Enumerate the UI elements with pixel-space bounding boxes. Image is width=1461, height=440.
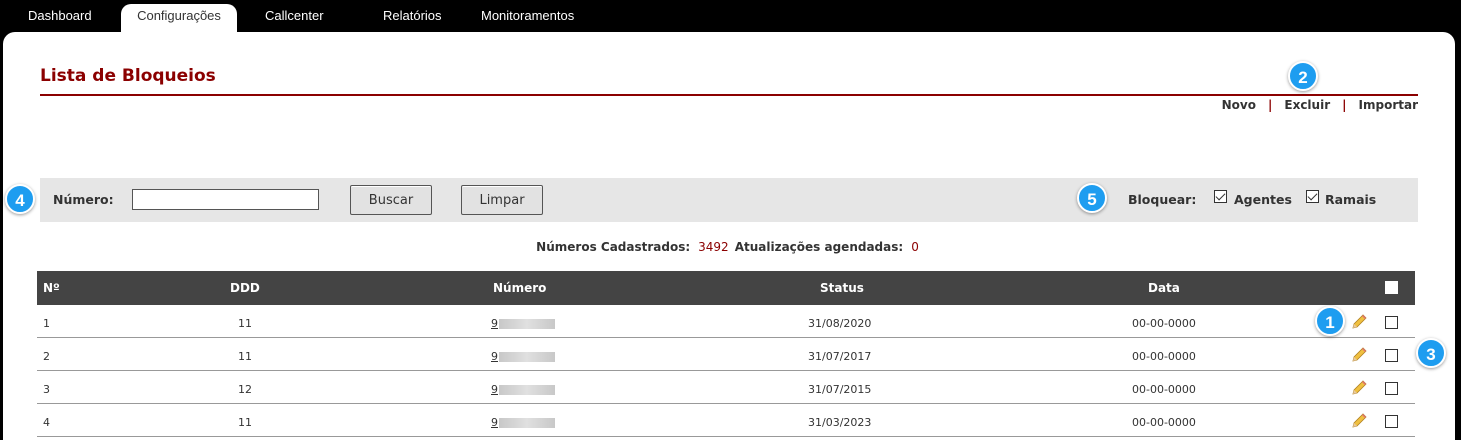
action-links: Novo | Excluir | Importar xyxy=(1222,98,1418,112)
summary-line: Números Cadastrados: 3492 Atualizações age… xyxy=(0,240,1461,254)
agendadas-label: Atualizações agendadas: xyxy=(734,240,904,254)
limpar-button[interactable]: Limpar xyxy=(461,185,543,215)
agendadas-value: 0 xyxy=(911,240,919,254)
tab-dashboard[interactable]: Dashboard xyxy=(28,4,92,32)
header-data: Data xyxy=(1148,281,1180,295)
cell-data: 00-00-0000 xyxy=(1132,317,1196,330)
numero-visible: 9 xyxy=(491,350,498,363)
cell-n: 2 xyxy=(43,350,50,363)
cell-status: 31/03/2023 xyxy=(808,416,872,429)
cell-n: 4 xyxy=(43,416,50,429)
header-n: Nº xyxy=(43,281,60,295)
tab-configuracoes[interactable]: Configurações xyxy=(121,4,237,32)
header-numero: Número xyxy=(493,281,547,295)
agentes-label: Agentes xyxy=(1234,192,1292,207)
tab-monitoramentos[interactable]: Monitoramentos xyxy=(481,4,574,32)
cell-numero[interactable]: 9 xyxy=(491,383,555,396)
cell-n: 1 xyxy=(43,317,50,330)
separator: | xyxy=(1342,98,1347,112)
table-row: 2 11 9 31/07/2017 00-00-0000 xyxy=(37,338,1415,371)
header-ddd: DDD xyxy=(230,281,260,295)
title-divider xyxy=(40,94,1418,96)
numero-visible: 9 xyxy=(491,383,498,396)
buscar-button[interactable]: Buscar xyxy=(350,185,432,215)
cell-numero[interactable]: 9 xyxy=(491,416,555,429)
numero-label: Número: xyxy=(53,192,114,207)
cadastrados-label: Números Cadastrados: xyxy=(536,240,691,254)
excluir-link[interactable]: Excluir xyxy=(1284,98,1330,112)
cell-status: 31/08/2020 xyxy=(808,317,872,330)
table-row: 1 11 9 31/08/2020 00-00-0000 xyxy=(37,305,1415,338)
cell-numero[interactable]: 9 xyxy=(491,317,555,330)
row-checkbox[interactable] xyxy=(1385,415,1398,428)
table-header: Nº DDD Número Status Data xyxy=(37,271,1415,305)
redacted-number xyxy=(499,418,555,428)
separator: | xyxy=(1267,98,1273,112)
header-status: Status xyxy=(820,281,864,295)
table-row: 3 12 9 31/07/2015 00-00-0000 xyxy=(37,371,1415,404)
tab-relatorios[interactable]: Relatórios xyxy=(383,4,442,32)
annotation-badge-1: 1 xyxy=(1315,306,1345,336)
select-all-checkbox[interactable] xyxy=(1385,281,1398,294)
pencil-icon[interactable] xyxy=(1350,412,1368,430)
table-row: 4 11 9 31/03/2023 00-00-0000 xyxy=(37,404,1415,437)
annotation-badge-2: 2 xyxy=(1288,61,1318,91)
annotation-badge-4: 4 xyxy=(5,184,35,214)
tab-callcenter[interactable]: Callcenter xyxy=(265,4,324,32)
cell-status: 31/07/2017 xyxy=(808,350,872,363)
pencil-icon[interactable] xyxy=(1350,346,1368,364)
bloquear-label: Bloquear: xyxy=(1128,192,1197,207)
cell-data: 00-00-0000 xyxy=(1132,383,1196,396)
redacted-number xyxy=(499,385,555,395)
cell-ddd: 11 xyxy=(238,416,252,429)
numero-visible: 9 xyxy=(491,317,498,330)
novo-link[interactable]: Novo xyxy=(1222,98,1256,112)
ramais-checkbox[interactable] xyxy=(1306,190,1319,203)
annotation-badge-5: 5 xyxy=(1077,183,1107,213)
row-checkbox[interactable] xyxy=(1385,382,1398,395)
agentes-checkbox[interactable] xyxy=(1214,190,1227,203)
cadastrados-value: 3492 xyxy=(698,240,729,254)
cell-ddd: 12 xyxy=(238,383,252,396)
redacted-number xyxy=(499,319,555,329)
page-title: Lista de Bloqueios xyxy=(40,66,216,86)
redacted-number xyxy=(499,352,555,362)
ramais-label: Ramais xyxy=(1325,192,1377,207)
cell-status: 31/07/2015 xyxy=(808,383,872,396)
filter-bar: Número: Buscar Limpar Bloquear: Agentes … xyxy=(40,178,1418,222)
cell-ddd: 11 xyxy=(238,317,252,330)
top-nav: Dashboard Configurações Callcenter Relat… xyxy=(0,0,1461,32)
numero-input[interactable] xyxy=(132,189,319,210)
cell-n: 3 xyxy=(43,383,50,396)
row-checkbox[interactable] xyxy=(1385,349,1398,362)
pencil-icon[interactable] xyxy=(1350,313,1368,331)
cell-data: 00-00-0000 xyxy=(1132,416,1196,429)
annotation-badge-3: 3 xyxy=(1416,338,1446,368)
pencil-icon[interactable] xyxy=(1350,379,1368,397)
cell-data: 00-00-0000 xyxy=(1132,350,1196,363)
cell-numero[interactable]: 9 xyxy=(491,350,555,363)
numero-visible: 9 xyxy=(491,416,498,429)
row-checkbox[interactable] xyxy=(1385,316,1398,329)
cell-ddd: 11 xyxy=(238,350,252,363)
importar-link[interactable]: Importar xyxy=(1359,98,1418,112)
